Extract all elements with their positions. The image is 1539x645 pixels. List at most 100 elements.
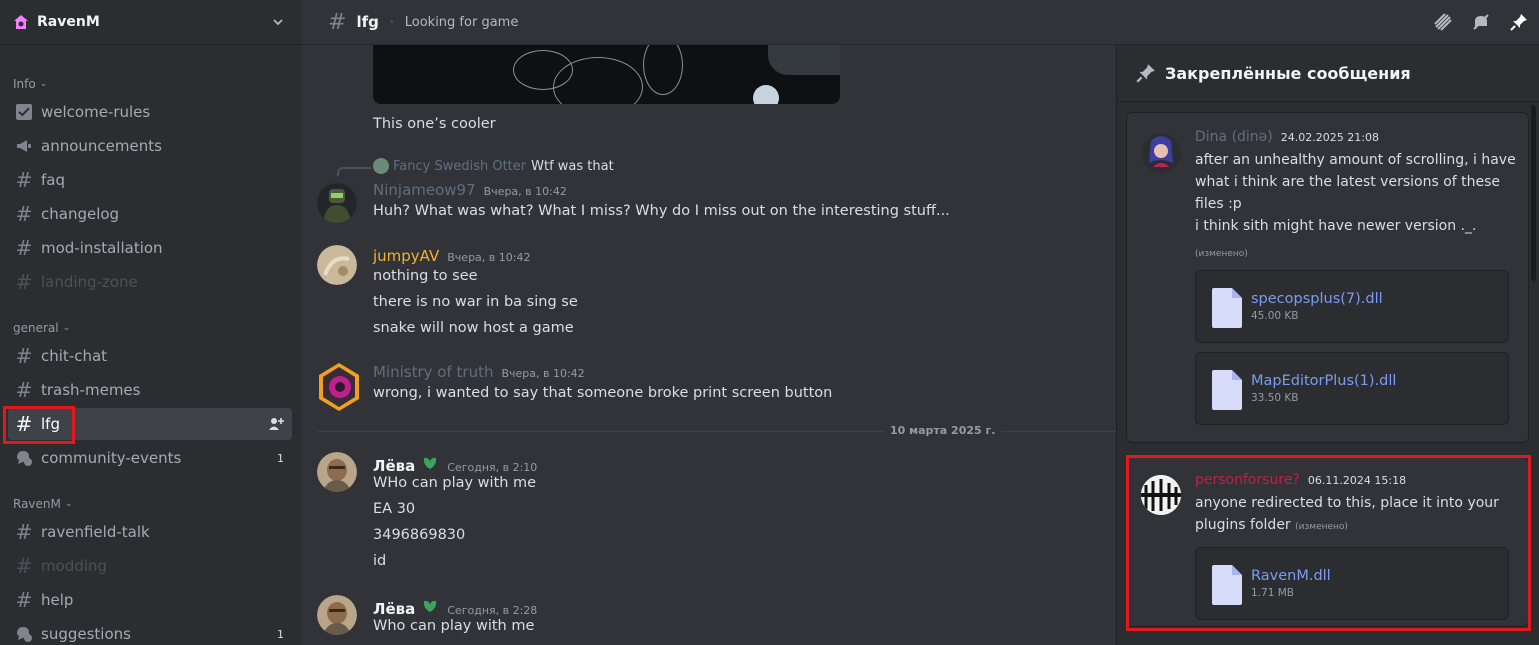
hash-icon: #: [328, 9, 347, 35]
reply-reference[interactable]: Fancy Swedish Otter Wtf was that: [373, 158, 614, 174]
highlight-box-pinned: [1126, 455, 1531, 631]
image-corner: [768, 45, 840, 75]
category-general[interactable]: general ⌄: [0, 316, 70, 340]
message-image-attachment[interactable]: [373, 45, 840, 104]
forum-icon: [14, 448, 34, 468]
file-icon: [1212, 370, 1242, 410]
channel-changelog[interactable]: # changelog: [8, 198, 292, 230]
message-text: what i think are the latest versions of …: [1195, 174, 1501, 190]
server-header[interactable]: RavenM: [0, 0, 302, 45]
channel-chit-chat[interactable]: # chit-chat: [8, 340, 292, 372]
threads-icon[interactable]: [1433, 12, 1453, 32]
avatar[interactable]: [317, 183, 357, 223]
hash-icon: #: [15, 588, 33, 612]
pinned-title: Закреплённые сообщения: [1165, 63, 1411, 83]
avatar[interactable]: [317, 595, 357, 635]
message-text: files :p: [1195, 196, 1242, 212]
hash-icon: #: [15, 202, 33, 226]
hash-icon: #: [15, 520, 33, 544]
channel-help[interactable]: # help: [8, 584, 292, 616]
avatar[interactable]: [1141, 133, 1181, 173]
megaphone-icon: [14, 136, 34, 156]
message-text: nothing to see: [373, 268, 478, 284]
hash-icon: #: [15, 168, 33, 192]
message-author[interactable]: Лёва Сегодня, в 2:28: [373, 596, 537, 618]
pinned-message-card[interactable]: Dina (dinə) 24.02.2025 21:08 after an unh…: [1126, 112, 1529, 443]
avatar[interactable]: [317, 363, 359, 411]
channel-mod-installation[interactable]: # mod-installation: [8, 232, 292, 264]
pin-icon: [1136, 64, 1155, 83]
message-text: after an unhealthy amount of scrolling, …: [1195, 152, 1516, 168]
message-text: id: [373, 553, 387, 569]
message-text: wrong, i wanted to say that someone brok…: [373, 385, 833, 401]
message-text: EA 30: [373, 501, 416, 517]
channel-sidebar: RavenM Info ⌄ welcome-rules announcements…: [0, 0, 302, 645]
hash-icon: #: [15, 344, 33, 368]
message-text: Who can play with me: [373, 618, 535, 634]
hash-icon: #: [15, 554, 33, 578]
channel-title: lfg: [356, 13, 379, 31]
message-author[interactable]: Ministry of truth Вчера, в 10:42: [373, 363, 585, 381]
message-author[interactable]: jumpyAV Вчера, в 10:42: [373, 247, 530, 265]
channel-community-events[interactable]: community-events 1: [8, 442, 292, 474]
avatar[interactable]: [317, 452, 357, 492]
message-text: i think sith might have newer version ._…: [1195, 218, 1477, 234]
home-icon: [14, 15, 28, 29]
file-name[interactable]: MapEditorPlus(1).dll: [1251, 373, 1396, 389]
chevron-down-icon: ⌄: [39, 79, 48, 89]
avatar[interactable]: [317, 245, 357, 285]
chevron-down-icon: ⌄: [62, 323, 71, 333]
message-author[interactable]: Лёва Сегодня, в 2:10: [373, 453, 537, 475]
hash-icon: #: [15, 270, 33, 294]
mouse-object: [753, 85, 779, 104]
server-name: RavenM: [37, 14, 100, 30]
pinned-header: Закреплённые сообщения: [1117, 45, 1539, 102]
message-list: This one’s cooler Fancy Swedish Otter Wt…: [302, 45, 1116, 645]
add-member-icon[interactable]: [268, 416, 284, 432]
pinned-messages-panel: Закреплённые сообщения Dina (dinə) 24.02.…: [1116, 45, 1539, 645]
message-text: Huh? What was what? What I miss? Why do …: [373, 203, 950, 219]
category-ravenm[interactable]: RavenM ⌄: [0, 492, 72, 516]
hash-icon: #: [15, 378, 33, 402]
header-toolbar: [1433, 12, 1529, 32]
category-info[interactable]: Info ⌄: [0, 72, 47, 96]
channel-header: # lfg • Looking for game: [302, 0, 1539, 45]
unread-count: 1: [277, 627, 284, 641]
file-attachment[interactable]: MapEditorPlus(1).dll 33.50 KB: [1195, 352, 1509, 425]
message-text: there is no war in ba sing se: [373, 294, 578, 310]
date-divider-label: 10 марта 2025 г.: [884, 424, 1002, 437]
reply-avatar: [373, 158, 389, 174]
channel-modding[interactable]: # modding: [8, 550, 292, 582]
file-name[interactable]: specopsplus(7).dll: [1251, 291, 1383, 307]
highlight-box-lfg: [3, 406, 75, 444]
pin-icon[interactable]: [1509, 12, 1529, 32]
channel-topic[interactable]: Looking for game: [405, 15, 519, 30]
file-attachment[interactable]: specopsplus(7).dll 45.00 KB: [1195, 270, 1509, 343]
message-author[interactable]: Dina (dinə) 24.02.2025 21:08: [1195, 129, 1379, 145]
message-text: This one’s cooler: [373, 116, 496, 132]
scrollbar[interactable]: [1531, 105, 1536, 281]
channel-landing-zone[interactable]: # landing-zone: [8, 266, 292, 298]
channel-trash-memes[interactable]: # trash-memes: [8, 374, 292, 406]
chevron-down-icon: ⌄: [64, 499, 73, 509]
message-text: snake will now host a game: [373, 320, 574, 336]
file-icon: [1212, 288, 1242, 328]
forum-icon: [14, 624, 34, 644]
leaf-badge-icon: [424, 600, 437, 612]
message-author[interactable]: Ninjameow97 Вчера, в 10:42: [373, 181, 567, 199]
channel-announcements[interactable]: announcements: [8, 130, 292, 162]
unread-count: 1: [277, 451, 284, 465]
separator-dot: •: [388, 16, 395, 28]
channel-welcome-rules[interactable]: welcome-rules: [8, 96, 292, 128]
chevron-down-icon[interactable]: [272, 16, 284, 28]
channel-ravenfield-talk[interactable]: # ravenfield-talk: [8, 516, 292, 548]
mute-bell-icon[interactable]: [1471, 12, 1491, 32]
leaf-badge-icon: [424, 457, 437, 469]
hash-icon: #: [15, 236, 33, 260]
message-text: 3496869830: [373, 527, 466, 543]
channel-suggestions[interactable]: suggestions 1: [8, 618, 292, 645]
channel-faq[interactable]: # faq: [8, 164, 292, 196]
file-size: 45.00 KB: [1251, 310, 1299, 322]
edited-marker: (изменено): [1195, 249, 1248, 259]
message-text: WHo can play with me: [373, 475, 537, 491]
